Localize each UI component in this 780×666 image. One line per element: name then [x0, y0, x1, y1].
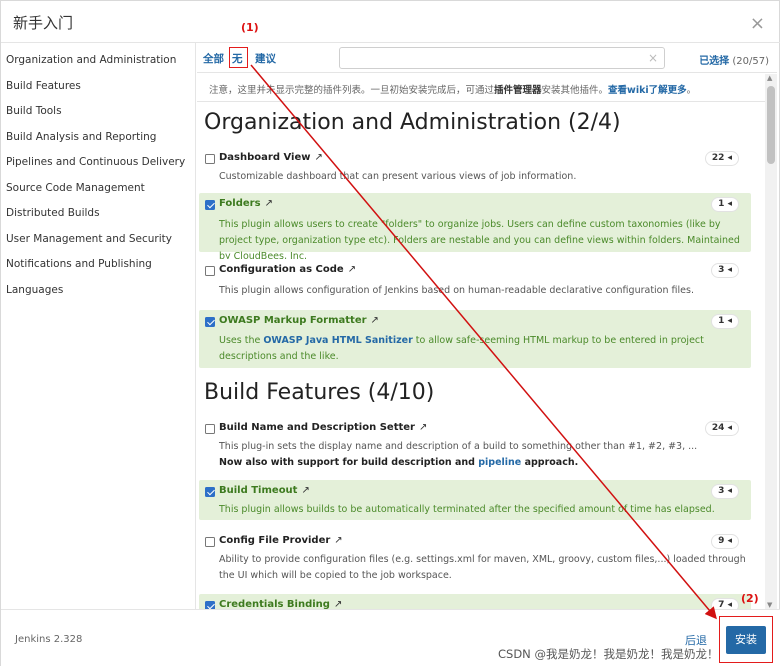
notice-text: 注意，这里并未显示完整的插件列表。一旦初始安装完成后，可通过	[209, 85, 495, 96]
selected-count: 已选择 (20/57)	[699, 52, 769, 67]
plugin-notice: 注意，这里并未显示完整的插件列表。一旦初始安装完成后，可通过插件管理器安装其他插…	[197, 74, 765, 102]
external-link-icon[interactable]: ↗	[301, 485, 309, 496]
sidebar-item-scm[interactable]: Source Code Management	[6, 182, 145, 194]
dependency-badge[interactable]: 22 ◂	[704, 151, 739, 166]
plugin-description: This plugin allows users to create "fold…	[219, 219, 740, 262]
plugin-description: Uses the OWASP Java HTML Sanitizer to al…	[219, 335, 704, 362]
dependency-badge[interactable]: 7 ◂	[711, 598, 739, 609]
dependency-badge[interactable]: 3 ◂	[711, 484, 739, 499]
select-suggested-link[interactable]: 建议	[255, 51, 276, 66]
plugin-list-scrollbar[interactable]: ▲ ▼	[765, 74, 777, 609]
plugin-checkbox[interactable]	[205, 266, 215, 276]
plugin-checkbox[interactable]	[205, 487, 215, 497]
dialog-footer: Jenkins 2.328 后退 安装 CSDN @我是奶龙！我是奶龙！我是奶龙…	[1, 609, 780, 666]
sidebar-item-notifications[interactable]: Notifications and Publishing	[6, 258, 152, 270]
external-link-icon[interactable]: ↗	[419, 422, 427, 433]
sidebar-item-pipelines[interactable]: Pipelines and Continuous Delivery	[6, 156, 185, 168]
external-link-icon[interactable]: ↗	[334, 535, 342, 546]
annotation-step-2: (2)	[741, 592, 759, 605]
plugin-checkbox[interactable]	[205, 601, 215, 609]
dialog-header: 新手入门 ×	[1, 1, 780, 43]
install-highlight: 安装	[719, 616, 773, 663]
plugin-toolbar: 全部 无 建议 × 已选择 (20/57)	[197, 43, 777, 73]
plugin-item[interactable]: Configuration as Code ↗ 3 ◂ This plugin a…	[199, 259, 751, 301]
csdn-watermark: CSDN @我是奶龙！我是奶龙！我是奶龙！	[498, 647, 719, 661]
plugin-checkbox[interactable]	[205, 200, 215, 210]
plugin-item[interactable]: Credentials Binding ↗ 7 ◂	[199, 594, 751, 609]
plugin-name[interactable]: Configuration as Code ↗	[219, 264, 356, 275]
sidebar-item-user-management[interactable]: User Management and Security	[6, 233, 172, 245]
plugin-name[interactable]: Dashboard View ↗	[219, 152, 323, 163]
plugin-list: 注意，这里并未显示完整的插件列表。一旦初始安装完成后，可通过插件管理器安装其他插…	[197, 74, 765, 609]
sidebar-item-languages[interactable]: Languages	[6, 284, 63, 296]
scroll-up-arrow-icon[interactable]: ▲	[767, 74, 772, 82]
setup-wizard-dialog: 新手入门 × Organization and Administration B…	[0, 0, 780, 666]
plugin-description: This plugin allows configuration of Jenk…	[219, 285, 694, 296]
sidebar-item-organization[interactable]: Organization and Administration	[6, 54, 176, 66]
notice-text-end: 。	[686, 85, 697, 96]
plugin-item[interactable]: Build Name and Description Setter ↗ 24 ◂ …	[199, 417, 751, 475]
dependency-badge[interactable]: 9 ◂	[711, 534, 739, 549]
plugin-checkbox[interactable]	[205, 154, 215, 164]
plugin-description: This plugin allows builds to be automati…	[219, 504, 715, 515]
dependency-badge[interactable]: 3 ◂	[711, 263, 739, 278]
plugin-item[interactable]: Config File Provider ↗ 9 ◂ Ability to pro…	[199, 530, 751, 586]
scroll-down-arrow-icon[interactable]: ▼	[767, 601, 772, 609]
plugin-item[interactable]: Build Timeout ↗ 3 ◂ This plugin allows bu…	[199, 480, 751, 520]
owasp-sanitizer-link[interactable]: OWASP Java HTML Sanitizer	[263, 335, 412, 346]
category-sidebar: Organization and Administration Build Fe…	[1, 43, 196, 609]
plugin-checkbox[interactable]	[205, 317, 215, 327]
plugin-name[interactable]: Config File Provider ↗	[219, 535, 343, 546]
plugin-checkbox[interactable]	[205, 424, 215, 434]
external-link-icon[interactable]: ↗	[334, 599, 342, 609]
plugin-name[interactable]: OWASP Markup Formatter ↗	[219, 315, 379, 326]
dependency-badge[interactable]: 24 ◂	[704, 421, 739, 436]
notice-plugin-manager: 插件管理器	[494, 85, 542, 96]
external-link-icon[interactable]: ↗	[348, 264, 356, 275]
plugin-description: This plug-in sets the display name and d…	[219, 439, 749, 471]
plugin-name[interactable]: Build Name and Description Setter ↗	[219, 422, 427, 433]
selected-label[interactable]: 已选择	[699, 56, 729, 67]
plugin-name[interactable]: Folders ↗	[219, 198, 273, 209]
sidebar-item-build-features[interactable]: Build Features	[6, 80, 81, 92]
select-all-link[interactable]: 全部	[203, 51, 224, 66]
select-none-link[interactable]: 无	[232, 51, 243, 66]
plugin-description: Ability to provide configuration files (…	[219, 554, 746, 581]
selected-count-value: (20/57)	[732, 56, 769, 67]
external-link-icon[interactable]: ↗	[371, 315, 379, 326]
select-none-highlight[interactable]: 无	[229, 47, 248, 68]
jenkins-version: Jenkins 2.328	[15, 634, 83, 645]
dependency-badge[interactable]: 1 ◂	[711, 314, 739, 329]
plugin-item[interactable]: Folders ↗ 1 ◂ This plugin allows users to…	[199, 193, 751, 262]
scroll-thumb[interactable]	[767, 86, 775, 164]
annotation-step-1: (1)	[241, 21, 259, 34]
dialog-title: 新手入门	[13, 14, 74, 32]
plugin-name[interactable]: Build Timeout ↗	[219, 485, 310, 496]
external-link-icon[interactable]: ↗	[265, 198, 273, 209]
section-title-build-features: Build Features (4/10)	[204, 380, 435, 405]
plugin-name[interactable]: Credentials Binding ↗	[219, 599, 342, 609]
external-link-icon[interactable]: ↗	[314, 152, 322, 163]
sidebar-item-build-tools[interactable]: Build Tools	[6, 105, 62, 117]
close-icon[interactable]: ×	[750, 13, 765, 34]
plugin-item[interactable]: OWASP Markup Formatter ↗ 1 ◂ Uses the OWA…	[199, 310, 751, 368]
clear-search-icon[interactable]: ×	[648, 51, 658, 65]
sidebar-item-distributed-builds[interactable]: Distributed Builds	[6, 207, 100, 219]
plugin-description-line1: This plug-in sets the display name and d…	[219, 441, 698, 452]
install-button[interactable]: 安装	[726, 626, 766, 654]
pipeline-link[interactable]: pipeline	[478, 457, 521, 468]
dependency-badge[interactable]: 1 ◂	[711, 197, 739, 212]
plugin-description-line2: Now also with support for build descript…	[219, 457, 579, 468]
notice-text-2: 安装其他插件。	[541, 85, 609, 96]
plugin-search-input[interactable]: ×	[339, 47, 665, 69]
plugin-item[interactable]: Dashboard View ↗ 22 ◂ Customizable dashbo…	[199, 147, 751, 187]
section-title-organization: Organization and Administration (2/4)	[204, 110, 621, 135]
notice-wiki-link[interactable]: 查看wiki了解更多	[608, 85, 687, 96]
sidebar-item-build-analysis[interactable]: Build Analysis and Reporting	[6, 131, 156, 143]
plugin-checkbox[interactable]	[205, 537, 215, 547]
plugin-description: Customizable dashboard that can present …	[219, 171, 577, 182]
